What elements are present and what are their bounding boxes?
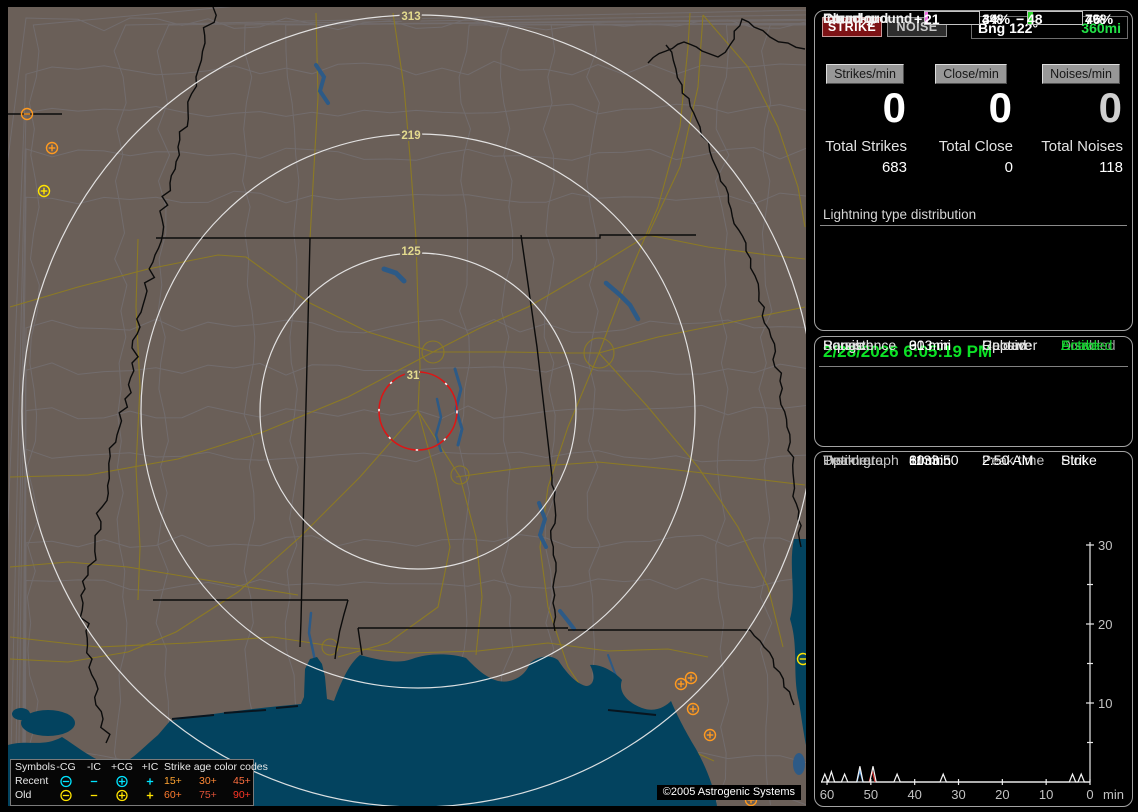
ring-label: 219 — [401, 130, 420, 142]
svg-text:20: 20 — [1098, 617, 1112, 632]
age-90: 90+ — [233, 789, 251, 801]
neg-cg-old-icon — [53, 789, 79, 802]
divider — [820, 225, 1127, 226]
total-close-label: Total Close — [938, 138, 1013, 155]
map-view[interactable]: 313 219 125 31 Symbols -CG -IC +CG +IC Stri… — [8, 7, 806, 806]
legend-col-pos-cg: +CG — [111, 761, 133, 773]
close-per-min-button[interactable]: Close/min — [935, 64, 1007, 84]
ring-label: 31 — [407, 370, 420, 382]
strikes-counter-column: Strikes/min 0 Total Strikes 683 — [823, 64, 907, 176]
close-per-min-value: 0 — [988, 84, 1012, 131]
ring-label: 313 — [401, 11, 420, 23]
legend-age-header: Strike age color codes — [164, 761, 268, 773]
noises-per-min-button[interactable]: Noises/min — [1042, 64, 1120, 84]
count-label: Count — [823, 11, 862, 26]
neg-ic-old-icon — [81, 789, 107, 802]
legend-col-neg-ic: -IC — [87, 761, 101, 773]
svg-text:min: min — [1103, 787, 1124, 802]
svg-text:30: 30 — [951, 787, 965, 802]
copyright-label: ©2005 Astrogenic Systems — [656, 785, 801, 800]
pos-cg-old-icon — [109, 789, 135, 802]
ic-positive-pct: 3% — [982, 11, 1003, 27]
trend-window-value: 60 min — [909, 452, 952, 468]
distribution-title: Lightning type distribution — [823, 207, 977, 222]
strike-stats-panel: STRIKE NOISE Bng 122° 360mi Strikes/min … — [814, 10, 1133, 331]
ic-negative-count: 48 — [1027, 11, 1043, 27]
age-75: 75+ — [199, 789, 217, 801]
range-label: Range — [823, 337, 865, 353]
svg-text:60: 60 — [820, 787, 834, 802]
svg-text:30: 30 — [1098, 538, 1112, 553]
svg-text:0: 0 — [1086, 787, 1093, 802]
pos-ic-old-icon — [137, 789, 163, 802]
plot-value: Strike — [1061, 452, 1097, 468]
age-60: 60+ — [164, 789, 182, 801]
strikes-per-min-button[interactable]: Strikes/min — [826, 64, 904, 84]
strikes-per-min-value: 0 — [882, 84, 906, 131]
total-noises-label: Total Noises — [1041, 138, 1123, 155]
legend-row-recent: Recent 15+ 30+ 45+ — [11, 775, 253, 788]
map-legend: Symbols -CG -IC +CG +IC Strike age color… — [10, 759, 268, 806]
trend-panel: Uptime 1133:50 Peak time Plot Peak rate … — [814, 451, 1133, 807]
range-value: 313 mi — [909, 337, 952, 353]
legend-recent-label: Recent — [15, 775, 49, 787]
total-strikes-value: 683 — [881, 159, 907, 176]
divider — [819, 366, 1128, 367]
receiver-label: Receiver — [982, 337, 1038, 353]
status-panel: 2/28/2026 6:05:19 PM Squelch 0 Upload Di… — [814, 336, 1133, 447]
minus-sign: − — [1016, 11, 1025, 27]
legend-col-neg-cg: -CG — [56, 761, 76, 773]
trend-series — [821, 766, 1090, 783]
legend-col-pos-ic: +IC — [141, 761, 159, 773]
pos-cg-recent-icon — [109, 775, 135, 788]
svg-text:10: 10 — [1039, 787, 1053, 802]
ic-negative-pct: 7% — [1085, 11, 1106, 27]
receiver-state: Enabled — [1061, 337, 1113, 353]
pos-ic-recent-icon — [137, 775, 163, 788]
legend-row-old: Old 60+ 75+ 90+ — [11, 789, 253, 802]
svg-text:50: 50 — [864, 787, 878, 802]
peak-time-value: 2:50 AM — [982, 452, 1034, 468]
ring-label: 125 — [401, 246, 421, 258]
app-window: 313 219 125 31 Symbols -CG -IC +CG +IC Stri… — [0, 0, 1138, 812]
legend-old-label: Old — [15, 789, 32, 801]
age-15: 15+ — [164, 775, 182, 787]
lightning-map[interactable]: 313 219 125 31 — [8, 7, 806, 806]
legend-symbols-header: Symbols — [15, 761, 56, 773]
svg-text:10: 10 — [1098, 696, 1112, 711]
close-counter-column: Close/min 0 Total Close 0 — [929, 64, 1013, 176]
svg-text:40: 40 — [907, 787, 921, 802]
trend-graph: 60 50 40 30 20 10 0 min 10 20 30 — [820, 538, 1124, 802]
svg-text:20: 20 — [995, 787, 1009, 802]
total-strikes-label: Total Strikes — [825, 138, 907, 155]
age-30: 30+ — [199, 775, 217, 787]
total-noises-value: 118 — [1099, 159, 1123, 176]
noises-per-min-value: 0 — [1098, 84, 1122, 131]
neg-cg-recent-icon — [53, 775, 79, 788]
total-close-value: 0 — [1004, 159, 1013, 176]
noises-counter-column: Noises/min 0 Total Noises 118 — [1039, 64, 1123, 176]
trend-graph-label: Trend graph — [823, 452, 899, 468]
age-45: 45+ — [233, 775, 251, 787]
ic-positive-count: 21 — [924, 11, 940, 27]
plus-sign: + — [914, 11, 923, 27]
neg-ic-recent-icon — [81, 775, 107, 788]
